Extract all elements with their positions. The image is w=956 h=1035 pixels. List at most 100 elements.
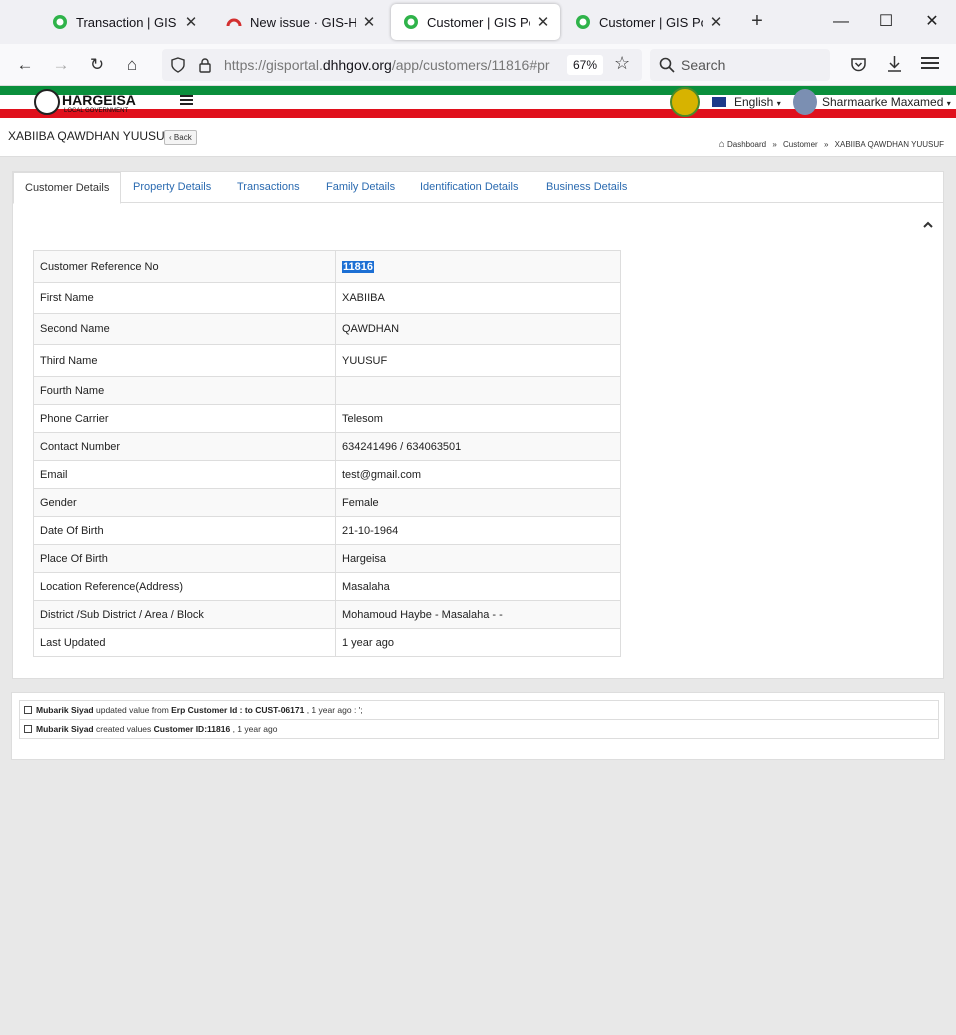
app-header: HARGEISA LOCAL GOVERNMENT English ▾ Shar… — [0, 86, 956, 118]
close-tab-icon[interactable]: ✕ — [709, 13, 723, 31]
field-label: Contact Number — [33, 432, 336, 461]
field-label: Third Name — [33, 344, 336, 377]
browser-tab-new-issue[interactable]: New issue · GIS-Hargeisa ✕ — [214, 4, 386, 40]
page-title-bar: XABIIBA QAWDHAN YUUSUF ‹ Back ⌂ Dashboar… — [0, 118, 956, 157]
chevron-left-icon: ‹ — [169, 133, 172, 142]
home-icon[interactable]: ⌂ — [119, 52, 145, 78]
tab-customer-details[interactable]: Customer Details — [13, 172, 122, 204]
browser-tab-customer[interactable]: Customer | GIS Portal ✕ — [563, 4, 733, 40]
sidebar-toggle-icon[interactable] — [180, 95, 193, 106]
download-icon[interactable] — [886, 55, 903, 73]
edit-icon — [24, 706, 32, 714]
field-label: Last Updated — [33, 628, 336, 657]
customer-details-table: Customer Reference No 11816 First Name XAB… — [33, 250, 621, 657]
activity-time: , 1 year ago — [230, 724, 278, 734]
gitea-favicon — [226, 18, 242, 27]
field-label: Customer Reference No — [33, 250, 336, 283]
new-tab-plus-icon[interactable]: + — [745, 10, 769, 34]
logo-text[interactable]: HARGEISA — [62, 92, 136, 108]
edit-icon — [24, 725, 32, 733]
field-value: 11816 — [335, 250, 621, 283]
app-menu-icon[interactable] — [921, 53, 939, 69]
activity-text: created values — [93, 724, 154, 734]
forward-arrow-icon[interactable]: → — [48, 52, 74, 78]
field-label: Second Name — [33, 313, 336, 345]
breadcrumb-customer[interactable]: Customer — [783, 140, 818, 149]
maximize-window-icon[interactable]: ☐ — [871, 8, 901, 36]
back-arrow-icon[interactable]: ← — [12, 52, 38, 78]
close-tab-icon[interactable]: ✕ — [184, 13, 198, 31]
gis-portal-favicon — [576, 15, 590, 29]
close-window-icon[interactable]: ✕ — [917, 8, 947, 36]
table-row: Customer Reference No 11816 — [33, 250, 621, 283]
activity-item: Mubarik Siyad created values Customer ID… — [19, 719, 939, 739]
table-row: Location Reference(Address) Masalaha — [33, 572, 621, 601]
breadcrumb-dashboard[interactable]: Dashboard — [727, 140, 766, 149]
browser-tab-title: Transaction | GIS Portal — [76, 14, 178, 30]
breadcrumb: ⌂ Dashboard » Customer » XABIIBA QAWDHAN… — [719, 139, 944, 150]
tab-transactions[interactable]: Transactions — [226, 172, 311, 203]
field-label: Fourth Name — [33, 376, 336, 405]
field-value: 634241496 / 634063501 — [335, 432, 621, 461]
url-prefix: https://gisportal. — [224, 57, 323, 73]
search-icon — [659, 57, 675, 73]
activity-item: Mubarik Siyad updated value from Erp Cus… — [19, 700, 939, 720]
hargeisa-logo-icon[interactable] — [34, 89, 60, 115]
user-avatar[interactable] — [793, 89, 817, 115]
browser-tab-transaction[interactable]: Transaction | GIS Portal ✕ — [40, 4, 208, 40]
minimize-window-icon[interactable]: — — [826, 8, 856, 36]
tab-family-details[interactable]: Family Details — [315, 172, 406, 203]
search-bar[interactable]: Search — [650, 49, 830, 81]
url-domain: dhhgov.org — [322, 57, 392, 73]
browser-tab-customer-active[interactable]: Customer | GIS Portal ✕ — [391, 4, 560, 40]
url-text[interactable]: https://gisportal.dhhgov.org/app/custome… — [224, 49, 562, 81]
gis-portal-favicon — [404, 15, 418, 29]
user-name: Sharmaarke Maxamed — [822, 95, 944, 109]
table-row: Contact Number 634241496 / 634063501 — [33, 432, 621, 461]
government-emblem-icon — [670, 87, 700, 117]
reload-icon[interactable]: ↻ — [84, 52, 110, 78]
user-menu[interactable]: Sharmaarke Maxamed ▾ — [822, 95, 951, 109]
field-value: Mohamoud Haybe - Masalaha - - — [335, 600, 621, 629]
activity-time: , 1 year ago : '; — [304, 705, 363, 715]
table-row: District /Sub District / Area / Block Moh… — [33, 600, 621, 629]
activity-user: Mubarik Siyad — [36, 705, 94, 715]
field-label: Place Of Birth — [33, 544, 336, 573]
url-path: /app/customers/11816#pr — [391, 57, 550, 73]
browser-tab-title: Customer | GIS Portal — [599, 14, 703, 30]
lock-icon[interactable] — [198, 57, 212, 73]
close-tab-icon[interactable]: ✕ — [362, 13, 376, 31]
detail-tabs: Customer Details Property Details Transa… — [13, 172, 943, 204]
back-button[interactable]: ‹ Back — [164, 130, 197, 145]
field-value: Female — [335, 488, 621, 517]
field-label: First Name — [33, 282, 336, 314]
customer-card: Customer Details Property Details Transa… — [12, 171, 944, 679]
browser-tab-title: New issue · GIS-Hargeisa — [250, 14, 356, 30]
caret-down-icon: ▾ — [776, 99, 781, 108]
table-row: Second Name QAWDHAN — [33, 313, 621, 345]
page-title: XABIIBA QAWDHAN YUUSUF — [8, 129, 173, 143]
activity-detail: Customer ID:11816 — [153, 724, 231, 734]
language-selector[interactable]: English ▾ — [712, 95, 781, 109]
field-value: 21-10-1964 — [335, 516, 621, 545]
browser-nav-bar: ← → ↻ ⌂ https://gisportal.dhhgov.org/app… — [0, 44, 956, 86]
logo-subtitle: LOCAL GOVERNMENT — [64, 108, 129, 114]
table-row: Fourth Name — [33, 376, 621, 405]
table-row: Email test@gmail.com — [33, 460, 621, 489]
home-icon: ⌂ — [718, 139, 725, 150]
tab-property-details[interactable]: Property Details — [122, 172, 222, 203]
bookmark-star-icon[interactable]: ☆ — [614, 53, 630, 74]
close-tab-icon[interactable]: ✕ — [536, 13, 550, 31]
tab-business-details[interactable]: Business Details — [535, 172, 638, 203]
chevron-up-icon[interactable] — [921, 218, 935, 232]
tab-identification-details[interactable]: Identification Details — [409, 172, 529, 203]
shield-icon[interactable] — [170, 57, 186, 73]
table-row: Date Of Birth 21-10-1964 — [33, 516, 621, 545]
activity-user: Mubarik Siyad — [36, 724, 94, 734]
field-value — [335, 376, 621, 405]
field-value: test@gmail.com — [335, 460, 621, 489]
url-bar[interactable]: https://gisportal.dhhgov.org/app/custome… — [162, 49, 642, 81]
back-label: Back — [173, 133, 192, 142]
zoom-level-badge[interactable]: 67% — [567, 55, 604, 75]
pocket-icon[interactable] — [850, 56, 867, 73]
